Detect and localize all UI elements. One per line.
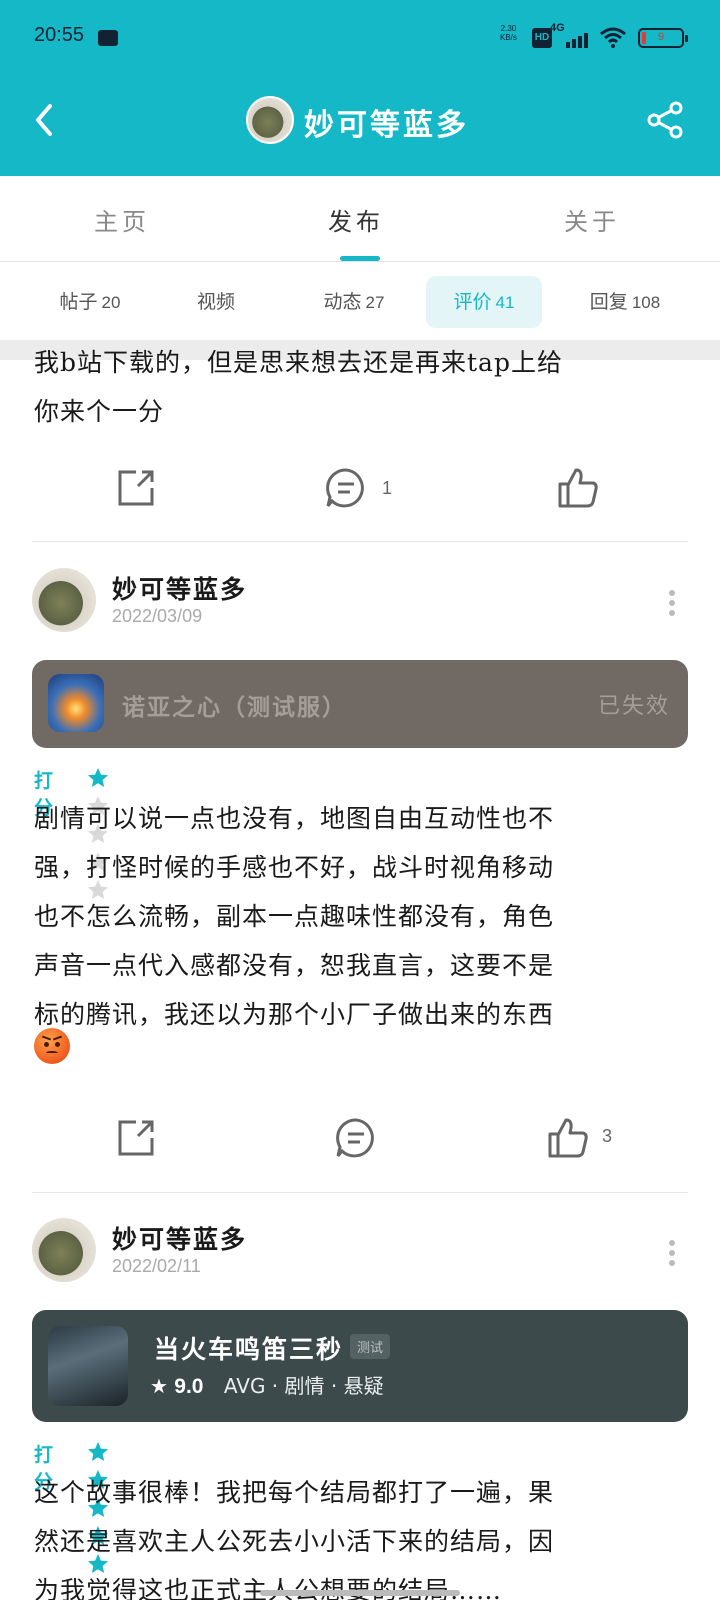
game-card[interactable]: 诺亚之心（测试服） 已失效 bbox=[32, 660, 688, 748]
hd-icon: HD bbox=[532, 28, 552, 48]
subtab-posts[interactable]: 帖子 20 bbox=[30, 276, 150, 328]
subtab-reviews[interactable]: 评价 41 bbox=[426, 276, 542, 328]
subtab-activity[interactable]: 动态 27 bbox=[294, 276, 414, 328]
status-bar: 20:55 2.30 KB/s HD 4G 9 bbox=[0, 0, 720, 76]
game-meta: ★ 9.0 AVG · 剧情 · 悬疑 bbox=[150, 1370, 384, 1399]
thumbs-up-icon bbox=[548, 1118, 588, 1158]
review-text: 剧情可以说一点也没有，地图自由互动性也不 强，打怪时候的手感也不好，战斗时视角移… bbox=[34, 804, 555, 1029]
username[interactable]: 妙可等蓝多 bbox=[112, 570, 247, 606]
game-card[interactable]: 当火车鸣笛三秒 测试 ★ 9.0 AVG · 剧情 · 悬疑 bbox=[32, 1310, 688, 1422]
profile-tabs: 主页 发布 关于 bbox=[0, 176, 720, 262]
game-status: 已失效 bbox=[597, 694, 670, 719]
back-arrow-icon[interactable] bbox=[30, 100, 60, 140]
post-divider bbox=[32, 541, 688, 542]
post-date: 2022/02/11 bbox=[112, 1256, 201, 1276]
comment-button[interactable] bbox=[334, 1116, 378, 1160]
like-button[interactable] bbox=[546, 1116, 590, 1160]
network-speed: 2.30 KB/s bbox=[500, 24, 517, 42]
game-name: 诺亚之心（测试服） bbox=[122, 694, 347, 721]
status-time: 20:55 bbox=[34, 24, 85, 46]
like-count: 3 bbox=[602, 1126, 613, 1146]
app-header: 20:55 2.30 KB/s HD 4G 9 妙可等蓝多 bbox=[0, 0, 720, 176]
comment-icon bbox=[336, 1118, 374, 1158]
more-options-icon[interactable] bbox=[666, 1240, 678, 1266]
game-name: 当火车鸣笛三秒 bbox=[154, 1335, 344, 1364]
game-icon bbox=[48, 1326, 128, 1406]
subtab-replies[interactable]: 回复 108 bbox=[562, 276, 688, 328]
tab-home[interactable]: 主页 bbox=[94, 202, 150, 237]
share-post-button[interactable] bbox=[114, 466, 158, 510]
review-text: 这个故事很棒！我把每个结局都打了一遍，果 然还是喜欢主人公死去小小活下来的结局，… bbox=[34, 1478, 555, 1600]
comment-count: 1 bbox=[382, 478, 393, 498]
comment-button[interactable] bbox=[324, 466, 368, 510]
post-divider bbox=[32, 1192, 688, 1193]
review-text: 我b站下载的，但是思来想去还是再来tap上给 你来个一分 bbox=[34, 348, 563, 426]
angry-face-emoji bbox=[34, 1028, 70, 1064]
signal-icon bbox=[566, 30, 592, 48]
avatar[interactable] bbox=[32, 568, 96, 632]
post-date: 2022/03/09 bbox=[112, 606, 203, 626]
game-rating: 9.0 bbox=[174, 1375, 204, 1398]
game-genre: AVG · 剧情 · 悬疑 bbox=[223, 1374, 384, 1398]
header-avatar[interactable] bbox=[246, 96, 294, 144]
share-icon[interactable] bbox=[646, 100, 686, 140]
tab-publish[interactable]: 发布 bbox=[328, 202, 384, 237]
page-title: 妙可等蓝多 bbox=[304, 108, 469, 143]
tab-indicator bbox=[340, 256, 380, 261]
content-filter-tabs: 帖子 20 视频 动态 27 评价 41 回复 108 bbox=[0, 262, 720, 340]
home-indicator bbox=[260, 1590, 460, 1596]
battery-icon: 9 bbox=[638, 28, 688, 48]
subtab-videos[interactable]: 视频 bbox=[158, 276, 278, 328]
share-post-button[interactable] bbox=[114, 1116, 158, 1160]
avatar[interactable] bbox=[32, 1218, 96, 1282]
share-external-icon bbox=[118, 1120, 154, 1156]
network-type: 4G bbox=[550, 22, 565, 34]
star-filled-icon bbox=[88, 768, 108, 787]
share-external-icon bbox=[118, 470, 154, 506]
mail-icon bbox=[98, 30, 118, 46]
game-icon bbox=[48, 674, 104, 732]
wifi-icon bbox=[600, 27, 626, 48]
test-badge: 测试 bbox=[350, 1334, 391, 1359]
username[interactable]: 妙可等蓝多 bbox=[112, 1220, 247, 1256]
more-options-icon[interactable] bbox=[666, 590, 678, 616]
like-button[interactable] bbox=[556, 466, 600, 510]
comment-icon bbox=[326, 468, 364, 508]
star-icon: ★ bbox=[150, 1374, 168, 1398]
star-filled-icon bbox=[88, 1442, 108, 1461]
thumbs-up-icon bbox=[558, 468, 598, 508]
tab-about[interactable]: 关于 bbox=[564, 202, 620, 237]
